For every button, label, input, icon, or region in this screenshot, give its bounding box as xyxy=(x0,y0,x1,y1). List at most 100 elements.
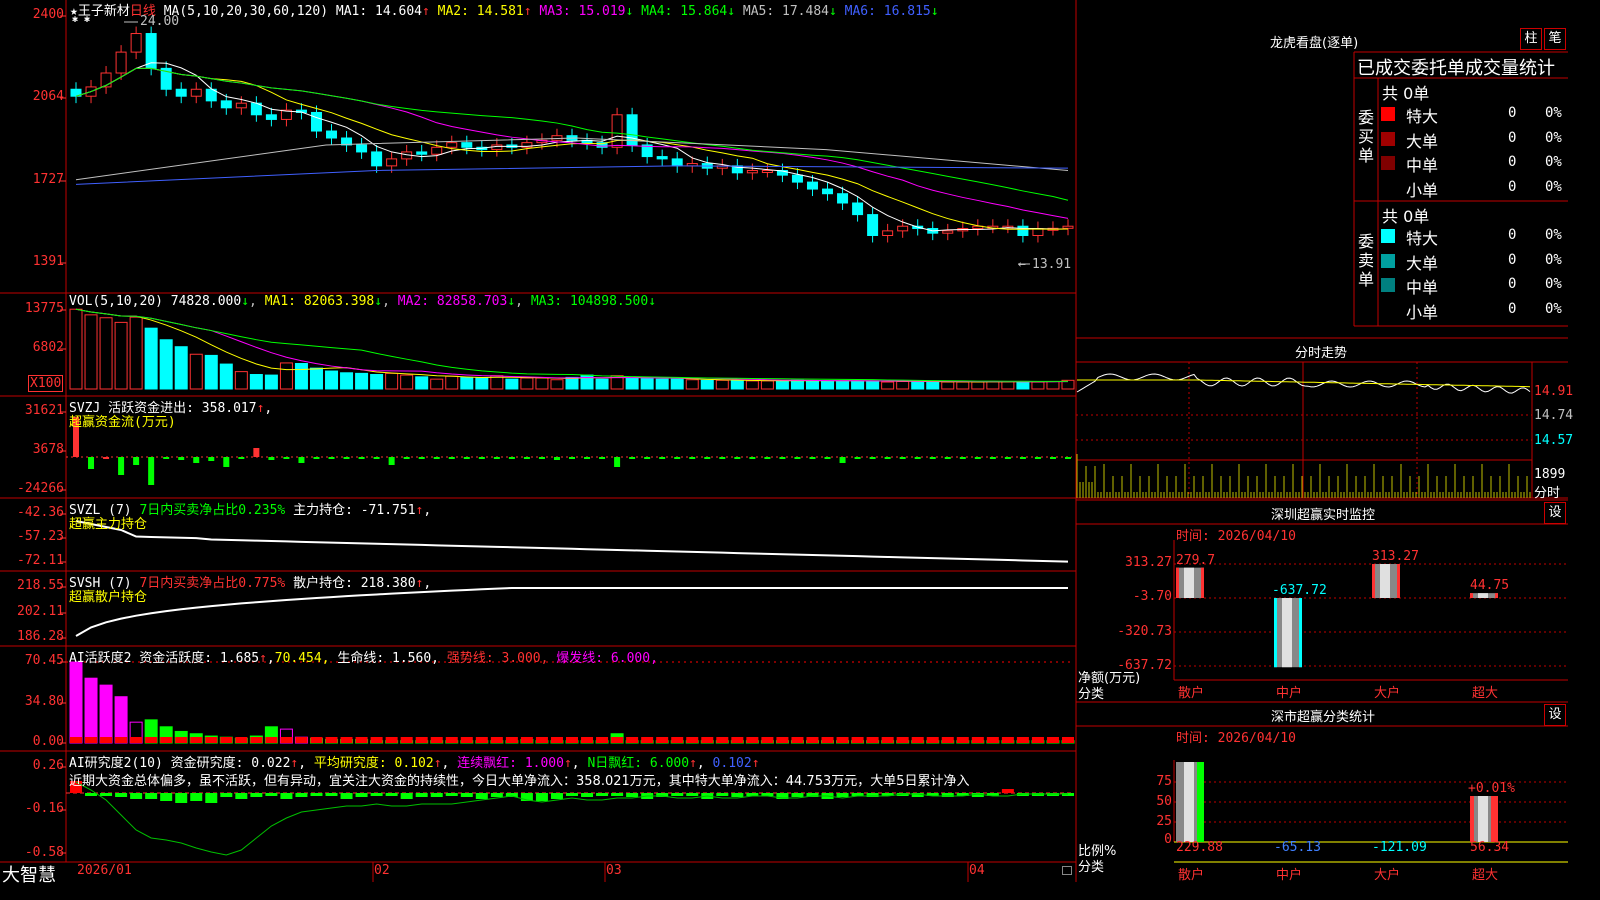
monitor-value-label: 313.27 xyxy=(1372,549,1419,564)
classify-bar-edge xyxy=(1491,796,1498,842)
volume-bar xyxy=(340,372,354,390)
monitor-bar-highlight xyxy=(1282,598,1292,668)
svzj-bar xyxy=(418,457,425,459)
ai-research-bar xyxy=(310,793,323,796)
ai-activity-base xyxy=(791,737,804,743)
monitor-settings-button[interactable]: 设 xyxy=(1544,502,1566,524)
classify-settings-button[interactable]: 设 xyxy=(1544,704,1566,726)
ai1-axis-label: 70.45 xyxy=(24,653,64,668)
sell-row-name: 中单 xyxy=(1406,278,1439,297)
ai2-axis-label: -0.16 xyxy=(24,801,64,816)
x-axis-label: 03 xyxy=(606,863,622,878)
svzj-bar xyxy=(373,457,380,459)
classify-bar-edge xyxy=(1197,762,1204,842)
ma-label: MA(5,10,20,30,60,120) xyxy=(163,4,329,19)
volume-bar xyxy=(881,381,895,390)
ma-value: MA6: 16.815 xyxy=(836,4,931,19)
svsh-ratio: 7日内买卖净占比0.775% xyxy=(139,576,286,591)
svzj-bar xyxy=(569,457,575,459)
ai-activity-base xyxy=(956,737,969,743)
brand-logo[interactable]: 大智慧 xyxy=(2,861,56,887)
classify-axis-label: 50 xyxy=(1156,794,1172,809)
vol-ma2: MA2: 82858.703 xyxy=(397,294,508,309)
volume-bars xyxy=(69,308,1075,390)
ai-research-bar xyxy=(550,793,563,799)
ai-research-bar xyxy=(220,793,233,797)
monitor-bar-highlight xyxy=(1184,567,1194,598)
candle-body xyxy=(416,151,428,155)
svzj-bar xyxy=(854,457,861,459)
ai-activity-base xyxy=(190,737,203,743)
monitor-value-label: 279.7 xyxy=(1176,552,1216,568)
ai-activity-base xyxy=(490,737,503,743)
candle-body xyxy=(1017,225,1029,236)
ai-research-bar xyxy=(1001,789,1014,793)
svzj-bar xyxy=(974,457,981,459)
volume-bar xyxy=(790,379,804,390)
ai-activity-bar xyxy=(114,696,128,744)
ai-activity-base xyxy=(626,737,639,743)
svzj-bar xyxy=(193,457,200,463)
volume-bar xyxy=(836,380,850,390)
monitor-bar-edge xyxy=(1470,593,1473,598)
ma-value: MA1: 14.604 xyxy=(335,4,422,19)
svzj-bar xyxy=(268,457,275,460)
volume-bar xyxy=(715,379,729,390)
candle-body xyxy=(461,142,473,148)
volume-bar xyxy=(805,380,819,390)
volume-bar xyxy=(655,378,669,390)
monitor-axis-label: -320.73 xyxy=(1117,624,1172,639)
ai-research-bar xyxy=(581,793,594,797)
buy-label: 委买单 xyxy=(1358,108,1375,165)
svzj-bar xyxy=(403,457,410,459)
svzl-axis-label: -42.36 xyxy=(17,505,64,520)
svzj-bar xyxy=(824,457,831,459)
svzj-bar xyxy=(478,457,485,459)
ma-value: MA5: 17.484 xyxy=(735,4,829,19)
ai-research-bar xyxy=(791,793,804,797)
ai-research-bar xyxy=(385,793,398,796)
ai-activity-base xyxy=(445,737,458,743)
ai-research-bar xyxy=(355,793,368,797)
svzj-bar xyxy=(523,457,530,459)
candle-body xyxy=(671,158,683,167)
lock-icon[interactable] xyxy=(1062,866,1072,875)
svzj-bar xyxy=(869,457,876,459)
volume-bar xyxy=(595,378,609,390)
svzj-bar xyxy=(553,457,560,460)
ma-value: MA2: 14.581 xyxy=(429,4,524,19)
monitor-category-label: 大户 xyxy=(1374,686,1401,701)
svzj-bar xyxy=(433,457,440,459)
volume-bar xyxy=(475,377,489,390)
ai-activity-base xyxy=(671,737,684,743)
monitor-category-label: 散户 xyxy=(1178,686,1205,701)
ai-activity-base xyxy=(100,737,113,743)
buy-legend-swatch xyxy=(1381,131,1395,146)
classify-category-label: 超大 xyxy=(1472,868,1499,883)
intraday-avg-line xyxy=(1077,379,1531,388)
price-axis-label: 1727 xyxy=(32,172,64,187)
ai2-comment: 近期大资金总体偏多，虽不活跃，但有异动，宜关注大资金的持续性，今日大单净流入：3… xyxy=(69,774,970,789)
volume-bar xyxy=(775,380,789,390)
price-axis-label: 2400 xyxy=(32,7,64,22)
volume-bar xyxy=(294,363,308,390)
tick-mode-button[interactable]: 笔 xyxy=(1544,28,1566,50)
longhu-header: 已成交委托单成交量统计 xyxy=(1357,58,1555,79)
ai-activity-base xyxy=(205,737,218,743)
bar-mode-button[interactable]: 柱 xyxy=(1520,28,1542,50)
ai-research-bar xyxy=(611,793,624,796)
intraday-price-line xyxy=(1076,373,1531,394)
svzj-bar xyxy=(463,457,470,459)
sell-legend-swatch xyxy=(1381,229,1395,243)
monitor-time: 时间: 2026/04/10 xyxy=(1176,529,1296,544)
volume-bar xyxy=(249,374,263,390)
svsh-subtitle: 超赢散户持仓 xyxy=(69,590,148,605)
ai-research-bar xyxy=(475,793,488,799)
ai-research-bar xyxy=(430,793,443,797)
ai-activity-base xyxy=(881,737,894,743)
vol-unit-badge[interactable]: X100 xyxy=(28,375,64,392)
svzj-bar xyxy=(253,448,260,457)
svzj-bar xyxy=(884,457,891,459)
ai-activity-base xyxy=(550,737,563,743)
monitor-bar-body xyxy=(1372,564,1400,598)
